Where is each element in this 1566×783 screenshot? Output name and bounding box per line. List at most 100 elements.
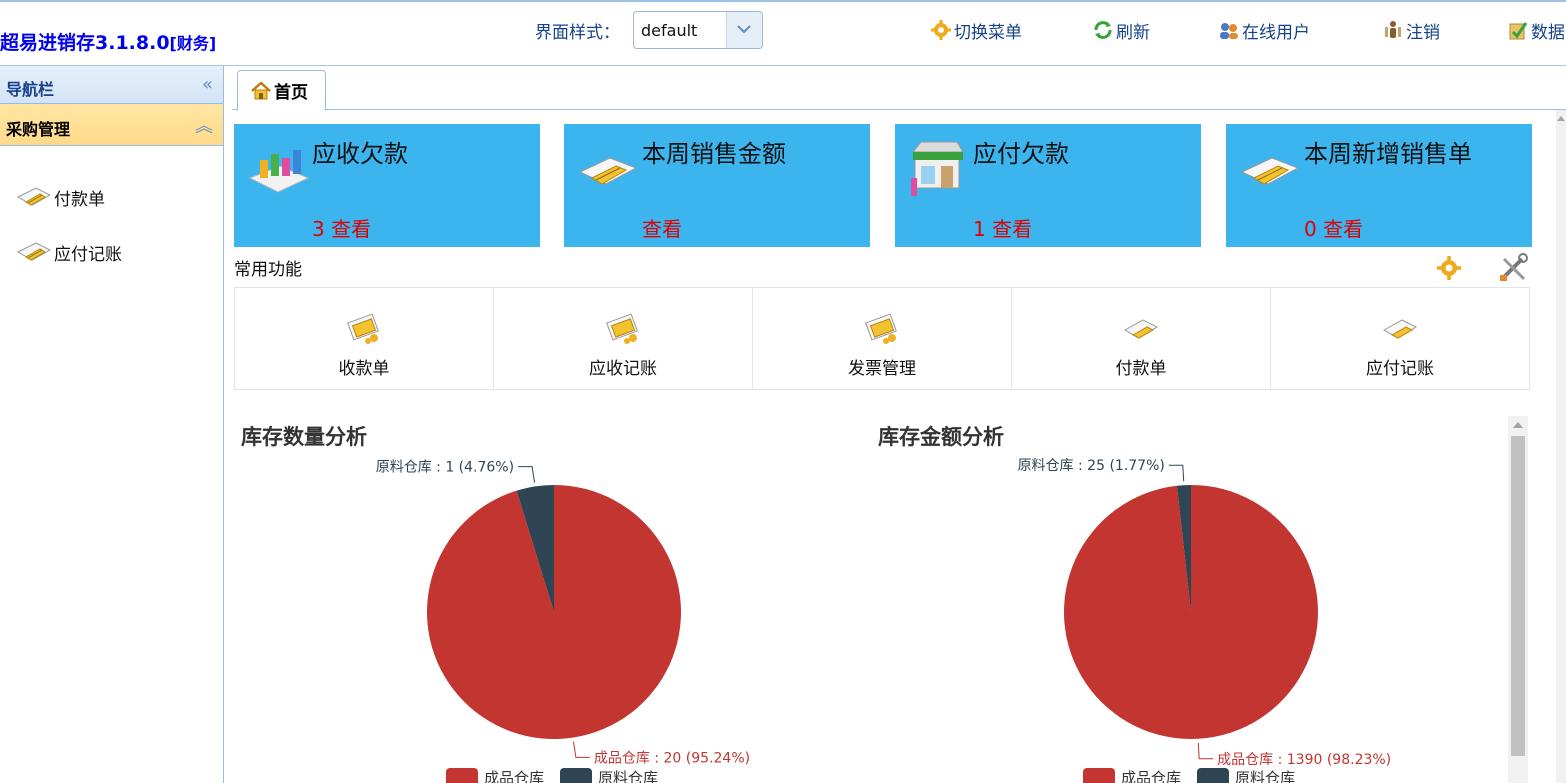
switch-menu-label: 切换菜单 <box>954 22 1022 43</box>
legend-swatch[interactable] <box>560 768 592 783</box>
legend-label[interactable]: 原料仓库 <box>598 769 658 783</box>
style-label: 界面样式： <box>535 23 620 43</box>
legend-swatch[interactable] <box>446 768 478 783</box>
collapse-left-icon[interactable]: « <box>202 74 213 95</box>
legend-label[interactable]: 成品仓库 <box>484 769 544 783</box>
settings-gear-icon[interactable] <box>1436 255 1462 281</box>
store-icon <box>911 141 964 196</box>
quick-item-payable-ledger[interactable]: 应付记账 <box>1271 288 1529 389</box>
chart-scrollbar[interactable] <box>1508 416 1528 783</box>
main-area: 首页 应收欠款 3 查看 本周销售金额 查看 应付欠款 1 查看 本周新增销售单… <box>232 66 1566 783</box>
tools-icon[interactable] <box>1498 253 1528 283</box>
switch-menu-button[interactable]: 切换菜单 <box>930 17 1022 43</box>
style-select[interactable]: default <box>633 11 763 49</box>
page-scrollbar[interactable] <box>1556 110 1566 783</box>
payable-ledger-icon <box>16 242 52 261</box>
refresh-button[interactable]: 刷新 <box>1092 17 1150 43</box>
quick-item-label: 付款单 <box>1115 359 1167 379</box>
refresh-icon <box>1094 21 1112 39</box>
online-users-button[interactable]: 在线用户 <box>1218 17 1310 43</box>
pie-chart-quantity: 成品仓库 : 20 (95.24%) 原料仓库 : 1 (4.76%) 成品仓库 原料… <box>376 460 750 783</box>
label-line <box>518 466 535 483</box>
slice-label: 原料仓库 : 1 (4.76%) <box>376 460 514 476</box>
quick-item-label: 应收记账 <box>589 359 657 379</box>
invoice-icon <box>865 313 897 344</box>
quick-item-receipt[interactable]: 收款单 <box>235 288 494 389</box>
receivable-ledger-icon <box>606 313 638 344</box>
label-line <box>1197 742 1214 760</box>
payable-ledger-icon <box>1382 319 1418 339</box>
quick-item-label: 收款单 <box>338 359 390 379</box>
nav-header: 导航栏 « <box>0 66 223 104</box>
tab-bar: 首页 <box>232 66 1566 111</box>
label-line <box>1168 464 1185 482</box>
chevron-up-icon[interactable]: ︽ <box>195 112 213 138</box>
tab-home-label: 首页 <box>274 83 308 103</box>
kpi-card-receivable[interactable]: 应收欠款 3 查看 <box>234 124 540 247</box>
kpi-card-payable[interactable]: 应付欠款 1 查看 <box>895 124 1201 247</box>
sidebar: 导航栏 « 采购管理 ︽ 付款单 应付记账 <box>0 66 224 783</box>
sidebar-item-payable-ledger[interactable]: 应付记账 <box>16 237 122 267</box>
quick-item-label: 应付记账 <box>1366 359 1434 379</box>
slice-label: 成品仓库 : 20 (95.24%) <box>594 750 750 766</box>
quick-item-payment[interactable]: 付款单 <box>1012 288 1271 389</box>
charts-panel: 库存数量分析 库存金额分析 成品仓库 : 20 (95.24%) 原料仓库 : 1… <box>234 416 1534 783</box>
slice-label: 原料仓库 : 25 (1.77%) <box>1018 458 1165 474</box>
kpi-view-link[interactable]: 1 查看 <box>973 213 1032 242</box>
logout-label: 注销 <box>1406 22 1440 43</box>
legend-label[interactable]: 原料仓库 <box>1235 769 1295 783</box>
app-name: 超易进销存3.1.8.0 <box>0 32 170 54</box>
scroll-up-icon[interactable] <box>1557 116 1565 121</box>
group-title: 采购管理 <box>6 120 71 139</box>
quick-item-receivable-ledger[interactable]: 应收记账 <box>494 288 753 389</box>
gear-icon <box>931 20 951 40</box>
label-line <box>573 741 590 758</box>
app-title: 超易进销存3.1.8.0[财务] <box>0 28 216 55</box>
common-functions-label: 常用功能 <box>234 260 302 280</box>
kpi-title: 本周销售金额 <box>642 140 786 168</box>
payment-slip-icon <box>16 187 52 206</box>
style-select-value: default <box>641 21 698 40</box>
online-users-label: 在线用户 <box>1242 22 1310 43</box>
legend-swatch[interactable] <box>1083 768 1115 783</box>
data-button[interactable]: 数据 <box>1507 17 1565 43</box>
group-header-purchase[interactable]: 采购管理 ︽ <box>0 104 223 146</box>
data-label: 数据 <box>1531 22 1565 43</box>
users-icon <box>1220 23 1238 39</box>
logout-icon <box>1385 21 1401 38</box>
receivable-icon <box>248 150 310 193</box>
chevron-down-icon[interactable] <box>726 12 762 48</box>
kpi-view-link[interactable]: 3 查看 <box>312 213 371 242</box>
quick-functions-grid: 收款单 应收记账 发票管理 付款单 应付记账 <box>234 287 1530 390</box>
kpi-view-link[interactable]: 0 查看 <box>1304 213 1363 242</box>
data-icon <box>1509 22 1528 40</box>
legend-swatch[interactable] <box>1197 768 1229 783</box>
scrollbar-thumb[interactable] <box>1511 436 1525 756</box>
sidebar-item-label: 应付记账 <box>54 244 122 265</box>
tab-home[interactable]: 首页 <box>237 70 326 111</box>
new-order-icon <box>1240 157 1300 185</box>
kpi-view-link[interactable]: 查看 <box>642 213 682 242</box>
app-role: [财务] <box>169 34 217 53</box>
sales-amount-icon <box>578 157 638 185</box>
legend-label[interactable]: 成品仓库 <box>1121 769 1181 783</box>
scroll-up-icon[interactable] <box>1513 422 1523 428</box>
kpi-title: 应付欠款 <box>973 140 1069 168</box>
nav-title: 导航栏 <box>6 80 55 99</box>
refresh-label: 刷新 <box>1116 22 1150 43</box>
sidebar-item-payment[interactable]: 付款单 <box>16 182 105 212</box>
quick-item-label: 发票管理 <box>848 359 916 379</box>
app-header: 超易进销存3.1.8.0[财务] 界面样式： default 切换菜单 刷新 在… <box>0 0 1566 66</box>
logout-button[interactable]: 注销 <box>1382 17 1440 43</box>
sidebar-item-label: 付款单 <box>54 189 105 210</box>
quick-item-invoice[interactable]: 发票管理 <box>753 288 1012 389</box>
receipt-icon <box>347 313 379 344</box>
home-icon <box>251 80 271 99</box>
kpi-title: 本周新增销售单 <box>1304 140 1472 168</box>
slice-label: 成品仓库 : 1390 (98.23%) <box>1217 752 1391 768</box>
kpi-card-new-orders[interactable]: 本周新增销售单 0 查看 <box>1226 124 1532 247</box>
payment-slip-icon <box>1123 319 1159 339</box>
kpi-card-weekly-sales[interactable]: 本周销售金额 查看 <box>564 124 870 247</box>
kpi-title: 应收欠款 <box>312 140 408 168</box>
pie-chart-amount: 成品仓库 : 1390 (98.23%) 原料仓库 : 25 (1.77%) 成品仓… <box>1018 458 1391 783</box>
